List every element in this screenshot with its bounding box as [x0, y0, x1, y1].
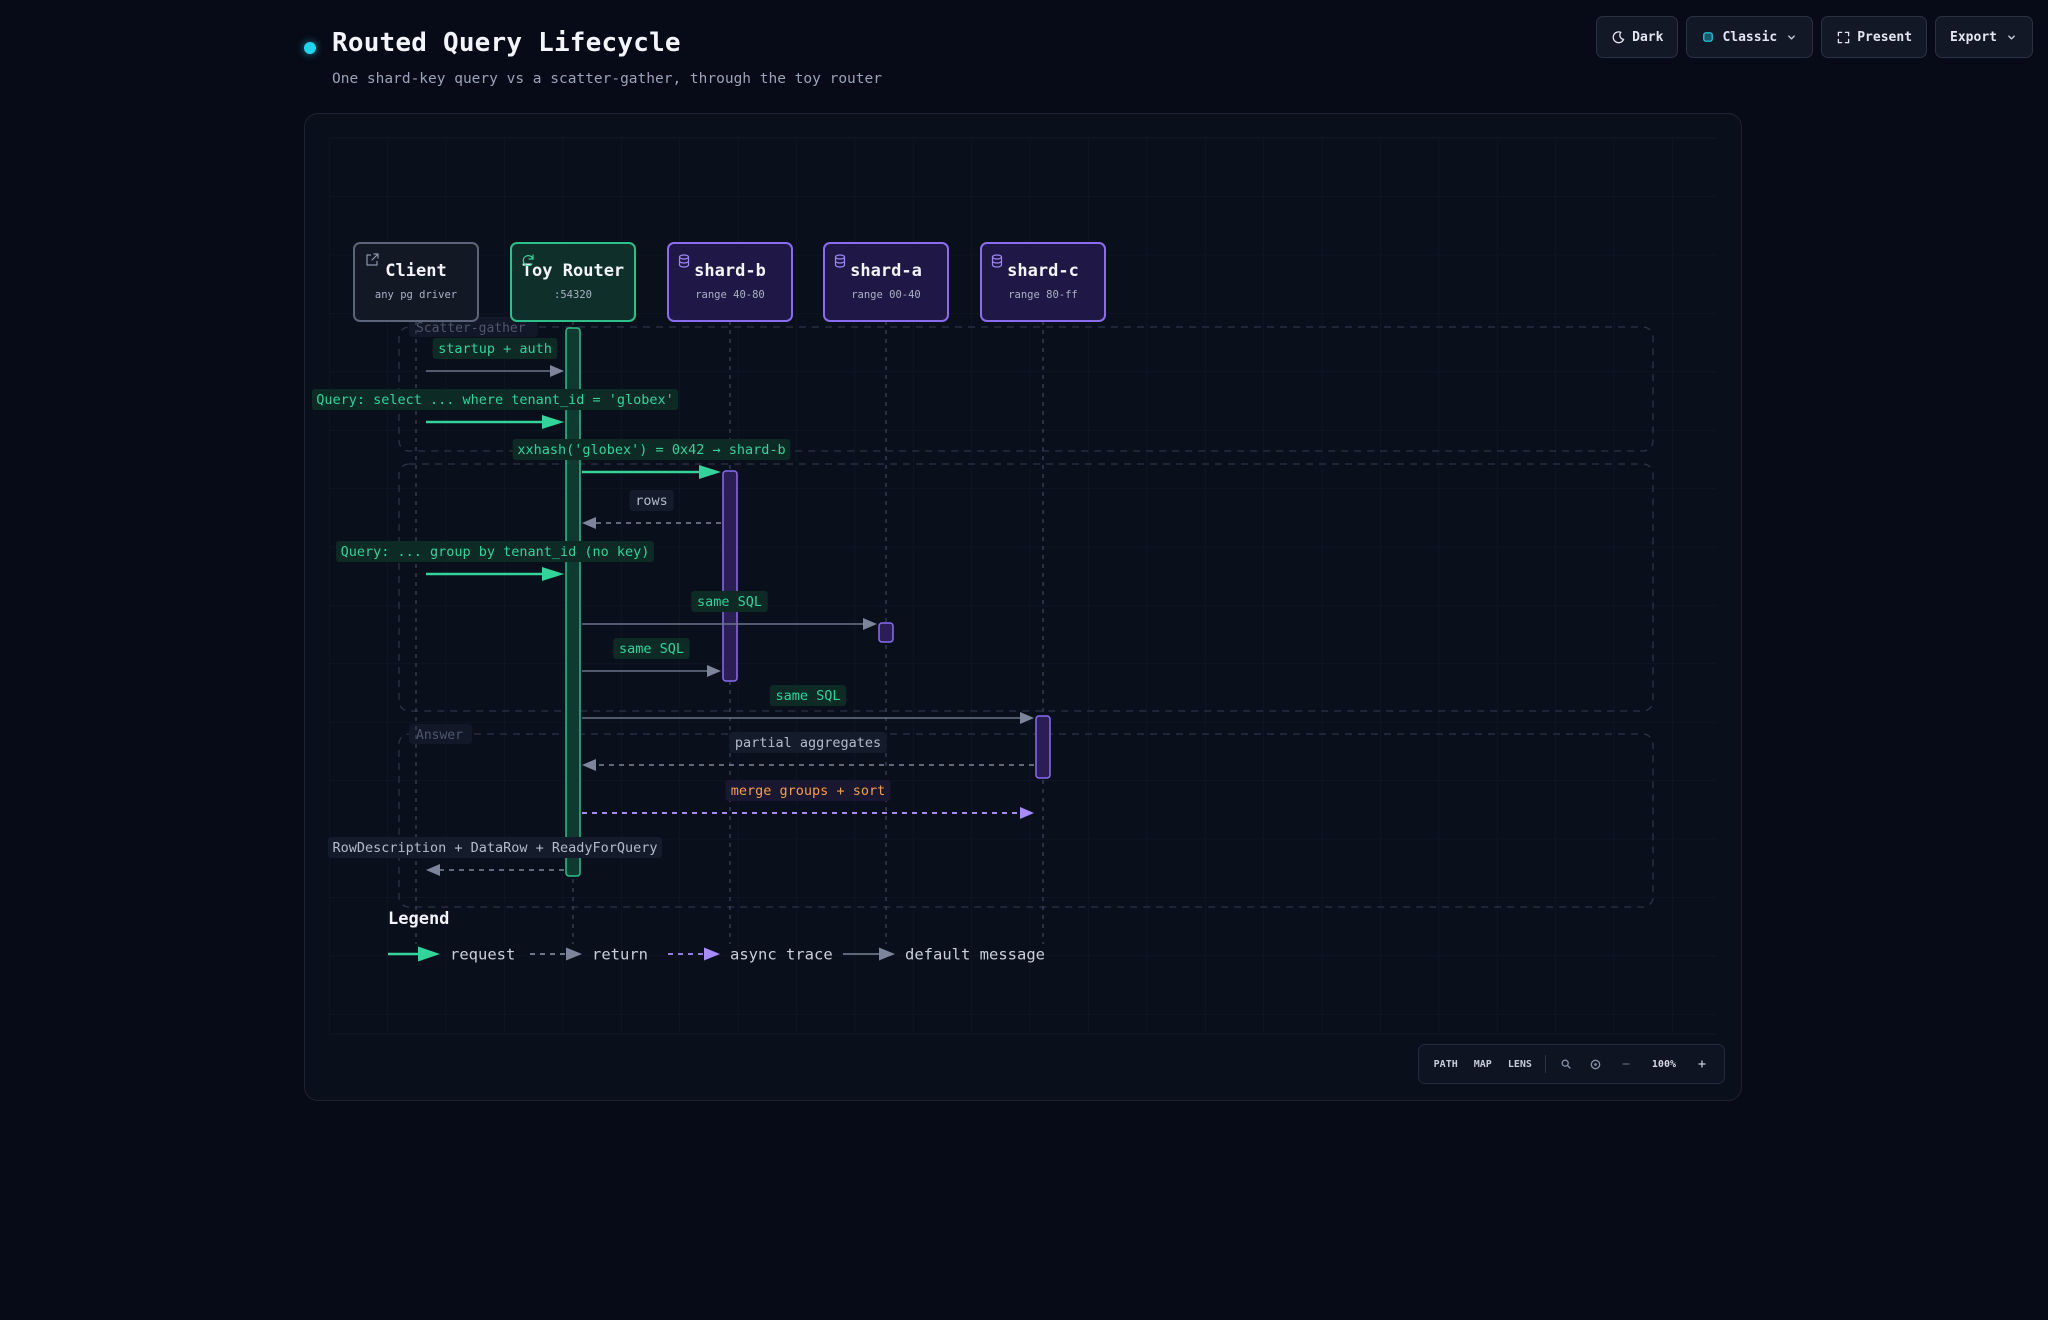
participant-toy-router[interactable]: Toy Router :54320	[510, 242, 636, 322]
toolbar-divider	[1544, 1055, 1546, 1073]
message-label: rows	[635, 493, 668, 509]
participant-box[interactable]	[510, 242, 636, 322]
participant-name: Toy Router	[522, 261, 624, 281]
participant-subtitle: any pg driver	[375, 289, 457, 301]
style-label: Classic	[1722, 29, 1778, 45]
activation-bar	[878, 622, 894, 643]
activation-bar	[722, 470, 738, 682]
zoom-in-icon[interactable]	[1688, 1059, 1716, 1069]
participant-name: shard-c	[1007, 261, 1079, 281]
message: startup + auth	[426, 338, 564, 377]
legend-label: default message	[905, 946, 1045, 964]
zoom-toolbar: PATH MAP LENS 100%	[1417, 1044, 1725, 1084]
message-label: same SQL	[619, 641, 684, 657]
legend-label: return	[592, 946, 648, 964]
participant-shard-a[interactable]: shard-a range 00-40	[823, 242, 949, 322]
diagram-canvas[interactable]: Scatter-gather Answer startup + auth Query…	[304, 113, 1742, 1101]
legend-title: Legend	[388, 909, 449, 929]
participant-subtitle: range 40-80	[695, 289, 765, 301]
participant-name: Client	[385, 261, 446, 281]
fit-view-icon[interactable]	[1582, 1059, 1610, 1070]
status-dot	[304, 42, 316, 54]
chevron-down-icon	[1784, 30, 1798, 44]
page-title: Routed Query Lifecycle	[332, 28, 681, 58]
message-label: same SQL	[697, 594, 762, 610]
participant-box[interactable]	[353, 242, 479, 322]
activation-bar	[1035, 715, 1051, 779]
message-label: Query: ... group by tenant_id (no key)	[341, 544, 650, 560]
message-label: partial aggregates	[735, 735, 881, 751]
message-label: startup + auth	[438, 341, 552, 357]
palette-swatch-icon	[1701, 30, 1715, 44]
search-icon[interactable]	[1552, 1059, 1580, 1069]
legend-label: async trace	[730, 946, 833, 964]
participant-subtitle: range 80-ff	[1008, 289, 1078, 301]
participant-shard-b[interactable]: shard-b range 40-80	[667, 242, 793, 322]
sequence-diagram: Scatter-gather Answer startup + auth Query…	[311, 137, 1717, 1035]
fullscreen-icon	[1836, 30, 1850, 44]
message-label: Query: select ... where tenant_id = 'glo…	[316, 392, 674, 408]
participant-name: shard-b	[694, 261, 766, 281]
style-dropdown[interactable]: Classic	[1686, 16, 1814, 58]
participant-subtitle: :54320	[554, 289, 592, 301]
chevron-down-icon	[2004, 30, 2018, 44]
group-label: Answer	[416, 728, 463, 743]
zoom-level: 100%	[1651, 1058, 1676, 1070]
group-label: Scatter-gather	[416, 321, 526, 336]
activation-bar	[565, 327, 581, 877]
message-label: RowDescription + DataRow + ReadyForQuery	[332, 840, 657, 856]
moon-icon	[1611, 30, 1625, 44]
zoom-out-icon[interactable]	[1612, 1059, 1640, 1069]
present-label: Present	[1857, 29, 1913, 45]
page-subtitle: One shard-key query vs a scatter-gather,…	[332, 71, 882, 87]
present-button[interactable]: Present	[1821, 16, 1928, 58]
legend-label: request	[450, 946, 515, 964]
theme-button[interactable]: Dark	[1596, 16, 1679, 58]
participant-shard-c[interactable]: shard-c range 80-ff	[980, 242, 1106, 322]
theme-label: Dark	[1632, 29, 1664, 45]
message-label: merge groups + sort	[731, 783, 885, 799]
message-label: xxhash('globex') = 0x42 → shard-b	[517, 442, 785, 458]
lens-button[interactable]: LENS	[1501, 1055, 1539, 1074]
participant-subtitle: range 00-40	[851, 289, 921, 301]
participant-client[interactable]: Client any pg driver	[353, 242, 479, 322]
page-header: Routed Query Lifecycle One shard-key que…	[0, 0, 2048, 110]
participant-name: shard-a	[850, 261, 922, 281]
export-label: Export	[1950, 29, 1997, 45]
export-dropdown[interactable]: Export	[1935, 16, 2033, 58]
map-button[interactable]: MAP	[1467, 1055, 1499, 1074]
path-button[interactable]: PATH	[1427, 1055, 1465, 1074]
toolbar: Dark Classic Present Export	[1596, 16, 2033, 58]
message-label: same SQL	[775, 688, 840, 704]
